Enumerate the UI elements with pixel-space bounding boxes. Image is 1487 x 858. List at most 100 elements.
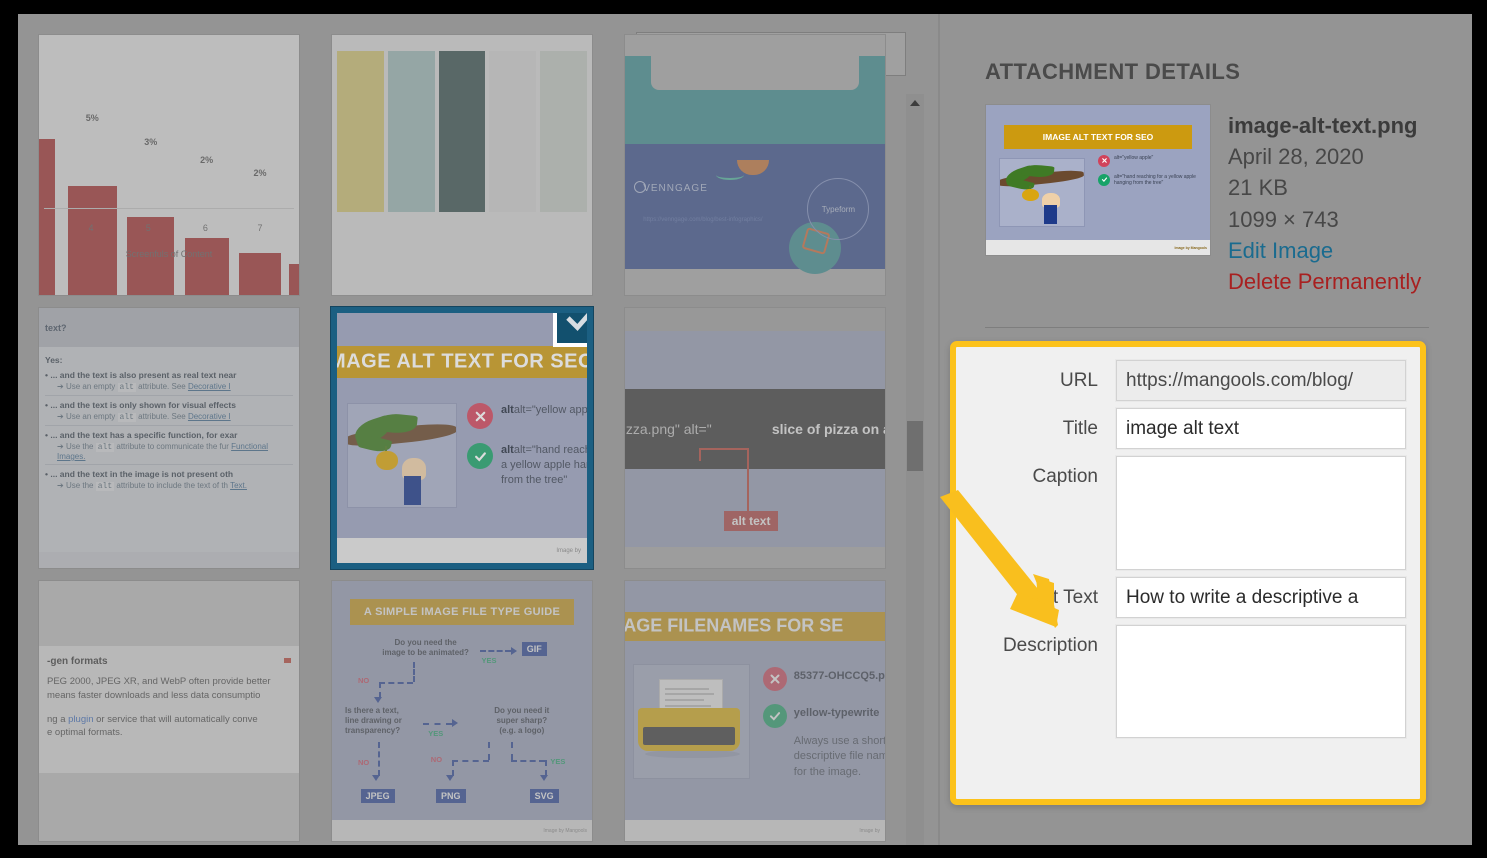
caption-textarea[interactable] (1115, 455, 1407, 571)
thumbnail-screenfuls-chart[interactable]: 5% 3% 2% 2% 4 5 6 7 Screenfuls of Conten… (38, 34, 300, 296)
cross-icon (467, 403, 493, 429)
doc-paragraph: means faster downloads and less data con… (47, 689, 261, 701)
code-text: ="pizza.png" alt=" (625, 420, 712, 437)
alt-text-input[interactable] (1115, 576, 1407, 619)
flowchart-band-title: A SIMPLE IMAGE FILE TYPE GUIDE (363, 606, 561, 619)
selected-check-icon (553, 313, 587, 347)
media-grid-region: 5% 3% 2% 2% 4 5 6 7 Screenfuls of Conten… (18, 14, 938, 845)
good-alt-line1: alt="hand reaching (513, 444, 587, 456)
caption-label: Caption (1032, 466, 1099, 487)
url-input[interactable] (1115, 359, 1407, 402)
edit-image-link[interactable]: Edit Image (1228, 235, 1468, 266)
attachment-fields-highlight: URL Title Caption Alt Text Description (950, 341, 1426, 805)
doc-yes-label: Yes: (45, 355, 63, 365)
banner-url: https://venngage.com/blog/best-infograph… (643, 217, 763, 223)
doc-subtext: attribute. See (135, 382, 188, 391)
doc-link[interactable]: Decorative I (188, 412, 231, 421)
doc-subtext: attribute. See (135, 412, 188, 421)
thumbnail-image-file-type-guide[interactable]: A SIMPLE IMAGE FILE TYPE GUIDE Do you ne… (331, 580, 593, 842)
thumbnail-pinterest-strip[interactable] (331, 34, 593, 296)
grid-scrollbar[interactable] (906, 94, 924, 845)
preview-good-alt: alt="hand reaching for a yellow apple ha… (1114, 173, 1196, 187)
description-label: Description (1002, 635, 1098, 656)
attachment-date: April 28, 2020 (1228, 144, 1364, 170)
doc-heading: -gen formats (47, 656, 108, 667)
note-line: descriptive file nam (793, 750, 885, 763)
doc-subtext: Use the (65, 481, 96, 490)
credit-label: Image by (556, 547, 581, 554)
format-chip-gif: GIF (521, 642, 547, 657)
apple-illustration (347, 403, 457, 508)
alt-text-label: Alt Text (1036, 587, 1098, 608)
doc-link[interactable]: plugin (68, 714, 93, 725)
attachment-meta: image-alt-text.png April 28, 2020 21 KB … (1228, 110, 1468, 297)
attachment-filesize: 21 KB (1228, 175, 1288, 201)
title-input[interactable] (1115, 407, 1407, 450)
flow-question: image to be animated? (382, 648, 469, 658)
panel-divider (985, 327, 1429, 328)
bad-alt-text: alt="yellow apple" (513, 404, 587, 416)
check-icon (467, 443, 493, 469)
attachment-fields-form: URL Title Caption Alt Text Description (956, 347, 1420, 799)
doc-subtext: attribute to communicate the fur (114, 442, 232, 451)
infographic-band-title: IMAGE ALT TEXT FOR SEO (337, 350, 587, 373)
flow-yes-label: YES (428, 729, 444, 739)
bar-label: 5% (85, 113, 99, 124)
flow-no-label: NO (358, 675, 370, 685)
thumbnail-alt-text-decision-doc[interactable]: text? Yes: • ... and the text is also pr… (38, 307, 300, 569)
field-row-title: Title (968, 407, 1407, 450)
x-tick: 5 (145, 222, 151, 233)
doc-code: alt (95, 443, 115, 452)
credit-label: Image by (859, 827, 880, 834)
format-chip-png: PNG (436, 789, 466, 803)
doc-link[interactable]: Text. (230, 481, 247, 490)
x-tick: 6 (202, 222, 208, 233)
format-chip-svg: SVG (529, 789, 559, 803)
infographic-band-title: MAGE FILENAMES FOR SE (625, 615, 844, 636)
doc-code: alt (95, 482, 115, 491)
attachment-details-panel: ATTACHMENT DETAILS IMAGE ALT TEXT FOR SE… (938, 14, 1472, 845)
typewriter-illustration (632, 664, 750, 779)
chart-axis-title: Screenfuls of Content (125, 248, 213, 259)
flow-no-label: NO (430, 755, 443, 765)
delete-permanently-link[interactable]: Delete Permanently (1228, 266, 1468, 297)
doc-heading: text? (45, 322, 67, 333)
doc-bullet: ... and the text is also present as real… (50, 370, 237, 380)
flow-question: super sharp? (496, 715, 548, 725)
doc-bullet: ... and the text in the image is not pre… (50, 469, 234, 479)
good-alt-line3: from the tree" (501, 473, 568, 486)
scroll-up-icon[interactable] (906, 94, 924, 112)
doc-subtext: Use the (65, 442, 96, 451)
credit-label: Image by Mangools (543, 827, 587, 834)
flow-yes-label: YES (550, 756, 566, 766)
thumbnail-venngage-banner[interactable]: VENNGAGE https://venngage.com/blog/best-… (624, 34, 886, 296)
doc-paragraph: ng a (47, 713, 69, 725)
x-tick: 4 (88, 222, 94, 233)
thumbnail-image-alt-text-for-seo[interactable]: IMAGE ALT TEXT FOR SEO altalt="yellow ap… (331, 307, 593, 569)
attachment-preview-image[interactable]: IMAGE ALT TEXT FOR SEO alt="yellow apple… (985, 104, 1211, 256)
good-filename: yellow-typewrite (793, 706, 880, 719)
url-label: URL (1059, 370, 1098, 391)
apple-illustration (999, 157, 1085, 227)
flow-yes-label: YES (481, 656, 497, 666)
flow-no-label: NO (358, 757, 370, 767)
bar-label: 2% (253, 168, 267, 178)
format-chip-jpeg: JPEG (360, 789, 395, 803)
thumbnail-image-filenames-for-seo[interactable]: MAGE FILENAMES FOR SE 85377-OHCCQ5.p yel… (624, 580, 886, 842)
description-textarea[interactable] (1115, 624, 1407, 739)
check-icon (1098, 173, 1110, 186)
doc-code: alt (117, 413, 136, 422)
doc-link[interactable]: Decorative I (188, 382, 231, 391)
doc-paragraph: e optimal formats. (47, 727, 123, 739)
preview-bad-alt: alt="yellow apple" (1114, 154, 1154, 161)
doc-bullet: ... and the text has a specific function… (50, 430, 238, 440)
doc-code: alt (117, 383, 136, 392)
bad-filename: 85377-OHCCQ5.p (793, 669, 885, 682)
thumbnail-pizza-alt-code[interactable]: ="pizza.png" alt=" slice of pizza on a al… (624, 307, 886, 569)
brand-label: VENNGAGE (643, 183, 708, 195)
thumbnail-next-gen-formats[interactable]: -gen formats PEG 2000, JPEG XR, and WebP… (38, 580, 300, 842)
bar-label: 2% (200, 155, 214, 165)
attachment-dimensions: 1099 × 743 (1228, 206, 1339, 232)
bar-label: 3% (144, 136, 158, 147)
scrollbar-thumb[interactable] (907, 421, 923, 471)
